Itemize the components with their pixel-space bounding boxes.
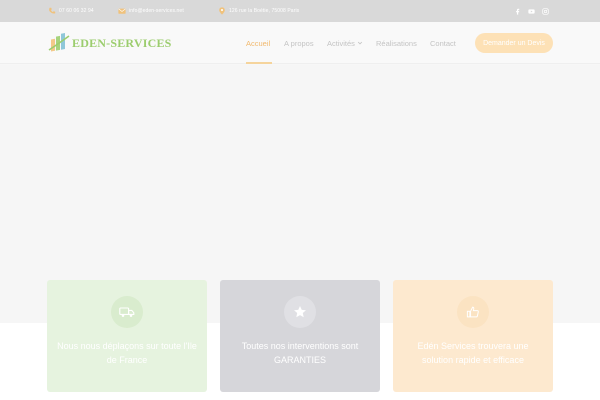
email-contact[interactable]: info@eden-services.net	[118, 0, 184, 22]
nav-realisations[interactable]: Réalisations	[376, 22, 417, 64]
facebook-icon	[516, 8, 520, 15]
site-logo[interactable]: EDEN-SERVICES	[48, 30, 172, 56]
nav-label: Réalisations	[376, 38, 417, 48]
youtube-icon	[528, 8, 535, 14]
truck-icon	[119, 307, 135, 317]
facebook-link[interactable]	[514, 0, 521, 22]
nav-label: Activités	[327, 38, 355, 48]
active-nav-indicator	[246, 62, 272, 64]
instagram-link[interactable]	[542, 0, 549, 22]
request-quote-button[interactable]: Demander un Devis	[475, 33, 553, 53]
address-contact: 126 rue la Boétie, 75008 Paris	[218, 0, 299, 22]
logo-text: EDEN-SERVICES	[72, 35, 172, 50]
feature-icon-circle	[284, 296, 316, 328]
nav-label: Accueil	[246, 38, 271, 48]
envelope-icon	[118, 8, 126, 14]
instagram-icon	[542, 7, 549, 15]
feature-card-solution: Edén Services trouvera une solution rapi…	[393, 280, 553, 392]
feature-text: Edén Services trouvera une solution rapi…	[417, 341, 529, 365]
phone-contact[interactable]: 07 60 06 32 94	[48, 0, 94, 22]
nav-label: Contact	[430, 38, 456, 48]
nav-label: A propos	[284, 38, 314, 48]
nav-a-propos[interactable]: A propos	[284, 22, 314, 64]
logo-icon	[48, 33, 70, 52]
nav-accueil[interactable]: Accueil	[246, 22, 270, 64]
thumbs-up-icon	[466, 306, 479, 318]
feature-text: Toutes nos interventions sont GARANTIES	[241, 341, 359, 365]
feature-card-guarantee: Toutes nos interventions sont GARANTIES	[220, 280, 380, 392]
email-address: info@eden-services.net	[129, 8, 184, 14]
feature-text: Nous nous déplaçons sur toute l'Ile de F…	[57, 341, 197, 365]
feature-card-coverage: Nous nous déplaçons sur toute l'Ile de F…	[47, 280, 207, 392]
top-bar: 07 60 06 32 94 info@eden-services.net 12…	[0, 0, 600, 22]
feature-icon-circle	[111, 296, 143, 328]
star-icon	[294, 306, 306, 318]
youtube-link[interactable]	[528, 0, 535, 22]
feature-icon-circle	[457, 296, 489, 328]
nav-contact[interactable]: Contact	[430, 22, 456, 64]
map-pin-icon	[219, 7, 225, 15]
phone-number: 07 60 06 32 94	[59, 8, 94, 14]
chevron-down-icon	[357, 41, 363, 45]
nav-activites[interactable]: Activités	[327, 22, 363, 64]
address-text: 126 rue la Boétie, 75008 Paris	[229, 8, 300, 14]
phone-icon	[49, 7, 56, 14]
